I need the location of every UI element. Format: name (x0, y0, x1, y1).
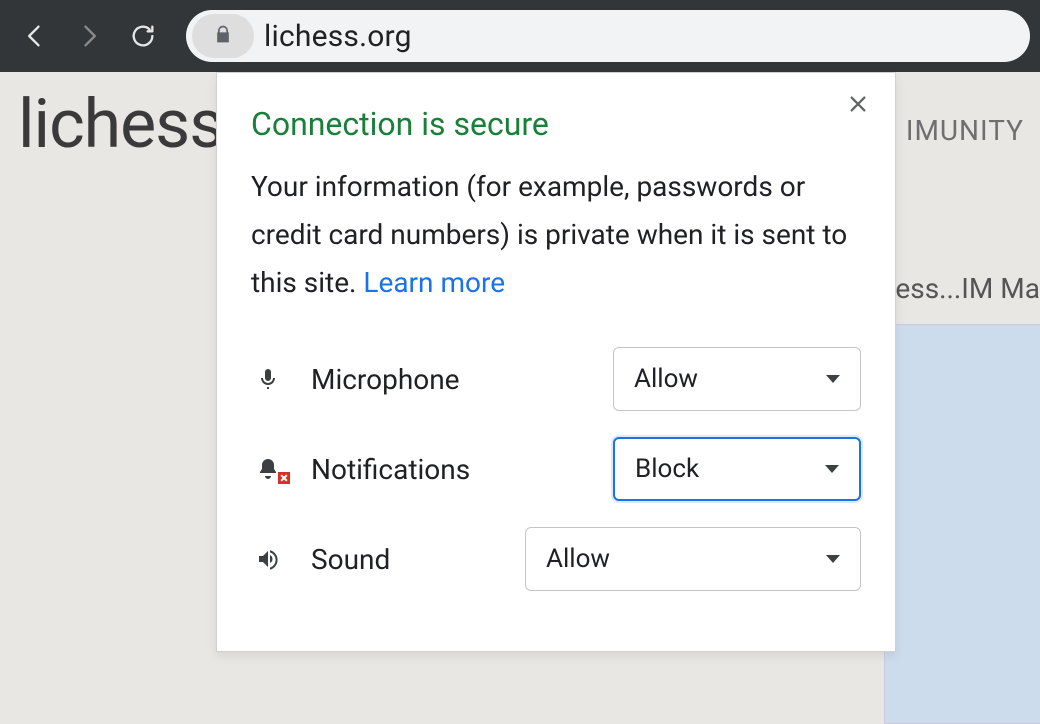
permission-label: Notifications (311, 453, 470, 486)
site-info-popup: Connection is secure Your information (f… (216, 72, 896, 652)
browser-toolbar: lichess.org (0, 0, 1040, 72)
microphone-icon (251, 367, 285, 391)
permission-row-sound: Sound Allow (251, 523, 861, 595)
permission-label: Sound (311, 543, 390, 576)
url-text: lichess.org (264, 19, 412, 54)
address-bar[interactable]: lichess.org (186, 10, 1030, 62)
permission-row-notifications: Notifications Block (251, 433, 861, 505)
select-value: Block (635, 454, 699, 484)
sound-icon (251, 547, 285, 571)
learn-more-link[interactable]: Learn more (363, 266, 505, 299)
blocked-badge-icon (277, 471, 291, 485)
chevron-down-icon (826, 555, 840, 563)
select-value: Allow (634, 364, 698, 394)
chevron-down-icon (825, 465, 839, 473)
chevron-down-icon (826, 375, 840, 383)
side-panel (884, 324, 1040, 724)
forward-button[interactable] (64, 11, 114, 61)
permission-select-notifications[interactable]: Block (613, 437, 861, 501)
select-value: Allow (546, 544, 610, 574)
side-text-fragment: ess...IM Ma (895, 272, 1040, 305)
permission-select-sound[interactable]: Allow (525, 527, 861, 591)
popup-title: Connection is secure (251, 105, 861, 143)
permission-row-microphone: Microphone Allow (251, 343, 861, 415)
permission-label: Microphone (311, 363, 460, 396)
notifications-icon (251, 457, 285, 481)
close-icon (847, 93, 869, 119)
popup-description: Your information (for example, passwords… (251, 163, 861, 307)
nav-item-community[interactable]: IMUNITY (906, 114, 1024, 147)
close-button[interactable] (841, 89, 875, 123)
popup-description-text: Your information (for example, passwords… (251, 170, 847, 299)
back-button[interactable] (10, 11, 60, 61)
permission-select-microphone[interactable]: Allow (613, 347, 861, 411)
lock-icon (213, 24, 233, 48)
reload-button[interactable] (118, 11, 168, 61)
site-info-button[interactable] (192, 14, 254, 58)
